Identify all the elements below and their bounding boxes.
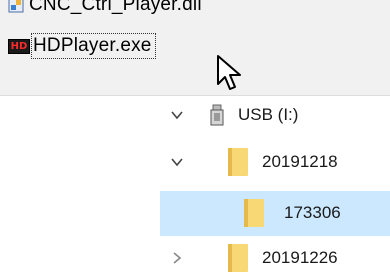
tree-item-label: USB (I:)	[238, 105, 299, 124]
tree-item-label: 20191218	[262, 152, 338, 171]
file-list-panel: CNC_Ctrl_Player.dll HD HDPlayer.exe	[0, 0, 390, 96]
folder-icon	[228, 244, 248, 272]
file-name: HDPlayer.exe	[31, 33, 156, 59]
chevron-down-icon[interactable]	[170, 108, 184, 122]
file-item-exe[interactable]: HD HDPlayer.exe	[0, 32, 156, 60]
mouse-pointer-icon	[217, 55, 241, 90]
dll-file-icon	[8, 0, 24, 13]
file-name: CNC_Ctrl_Player.dll	[29, 0, 202, 15]
folder-icon	[228, 148, 248, 176]
usb-drive-icon	[210, 104, 224, 126]
file-item-dll[interactable]: CNC_Ctrl_Player.dll	[0, 0, 202, 19]
tree-item-usb-drive[interactable]: USB (I:)	[170, 96, 298, 134]
chevron-right-icon[interactable]	[170, 251, 184, 265]
tree-item-label: 173306	[284, 203, 341, 222]
tree-item-folder-20191226[interactable]: 20191226	[170, 239, 338, 277]
folder-icon	[244, 199, 264, 227]
tree-item-folder-20191218[interactable]: 20191218	[170, 143, 338, 181]
chevron-down-icon[interactable]	[170, 155, 184, 169]
tree-item-folder-173306[interactable]: 173306	[160, 191, 390, 236]
tree-item-label: 20191226	[262, 248, 338, 267]
hd-app-icon: HD	[8, 38, 30, 54]
